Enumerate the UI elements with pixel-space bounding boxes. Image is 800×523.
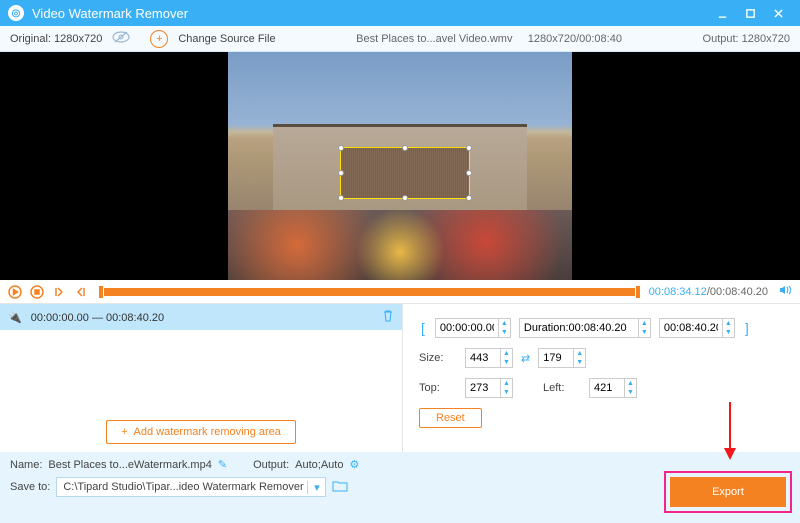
minimize-button[interactable] xyxy=(708,0,736,26)
resize-handle[interactable] xyxy=(466,195,472,201)
resize-handle[interactable] xyxy=(338,145,344,151)
properties-panel: [ ▲▼ ▲▼ ▲▼ ] Size: ▲▼ ⇄ ▲▼ Top: ▲▼ Left:… xyxy=(403,304,800,452)
name-value: Best Places to...eWatermark.mp4 xyxy=(48,459,211,471)
left-input[interactable]: ▲▼ xyxy=(589,378,637,398)
output-value: Auto;Auto xyxy=(295,459,343,471)
frame-back-button[interactable] xyxy=(50,283,68,301)
output-dims: Output: 1280x720 xyxy=(703,33,790,45)
width-input[interactable]: ▲▼ xyxy=(465,348,513,368)
bracket-left-icon[interactable]: [ xyxy=(419,320,427,336)
segment-item[interactable]: 🔌 00:00:00.00 — 00:08:40.20 xyxy=(0,304,402,330)
output-label: Output: xyxy=(253,459,289,471)
original-dims: Original: 1280x720 xyxy=(10,33,102,45)
trim-start-handle[interactable] xyxy=(98,285,104,299)
playbar: 00:08:34.12/00:08:40.20 xyxy=(0,280,800,304)
titlebar: ◎ Video Watermark Remover xyxy=(0,0,800,26)
segment-icon: 🔌 xyxy=(8,312,22,324)
resize-handle[interactable] xyxy=(402,195,408,201)
resize-handle[interactable] xyxy=(466,170,472,176)
file-name: Best Places to...avel Video.wmv xyxy=(356,33,512,45)
video-preview[interactable] xyxy=(0,52,800,280)
add-source-icon[interactable]: + xyxy=(150,30,168,48)
resize-handle[interactable] xyxy=(338,195,344,201)
output-settings-icon[interactable]: ⚙ xyxy=(349,458,359,471)
segments-panel: 🔌 00:00:00.00 — 00:08:40.20 + Add waterm… xyxy=(0,304,403,452)
maximize-button[interactable] xyxy=(736,0,764,26)
delete-segment-icon[interactable] xyxy=(382,309,394,325)
app-logo-icon: ◎ xyxy=(8,5,24,21)
reset-button[interactable]: Reset xyxy=(419,408,482,428)
range-start-input[interactable]: ▲▼ xyxy=(435,318,511,338)
resize-handle[interactable] xyxy=(338,170,344,176)
add-area-button[interactable]: + Add watermark removing area xyxy=(106,420,296,444)
resize-handle[interactable] xyxy=(402,145,408,151)
top-label: Top: xyxy=(419,382,457,394)
export-button[interactable]: Export xyxy=(670,477,786,507)
bracket-right-icon[interactable]: ] xyxy=(743,320,751,336)
segment-end: 00:08:40.20 xyxy=(106,312,164,324)
total-time: 00:08:40.20 xyxy=(710,286,768,298)
link-icon[interactable]: ⇄ xyxy=(521,352,530,365)
name-label: Name: xyxy=(10,459,42,471)
top-input[interactable]: ▲▼ xyxy=(465,378,513,398)
open-folder-icon[interactable] xyxy=(332,480,348,495)
app-title: Video Watermark Remover xyxy=(32,6,708,21)
volume-icon[interactable] xyxy=(778,283,794,300)
timeline-slider[interactable] xyxy=(100,288,639,296)
watermark-selection[interactable] xyxy=(340,147,470,199)
segment-start: 00:00:00.00 xyxy=(31,312,89,324)
save-path-dropdown[interactable]: C:\Tipard Studio\Tipar...ideo Watermark … xyxy=(56,477,326,497)
close-button[interactable] xyxy=(764,0,792,26)
trim-end-handle[interactable] xyxy=(635,285,641,299)
height-input[interactable]: ▲▼ xyxy=(538,348,586,368)
size-label: Size: xyxy=(419,352,457,364)
duration-input[interactable]: ▲▼ xyxy=(519,318,651,338)
current-time: 00:08:34.12 xyxy=(649,286,707,298)
range-end-input[interactable]: ▲▼ xyxy=(659,318,735,338)
file-dims: 1280x720/00:08:40 xyxy=(528,33,622,45)
toolbar: Original: 1280x720 + Change Source File … xyxy=(0,26,800,52)
preview-toggle-icon[interactable] xyxy=(112,31,130,46)
plus-icon: + xyxy=(121,426,127,438)
chevron-down-icon[interactable]: ▾ xyxy=(307,481,325,494)
play-button[interactable] xyxy=(6,283,24,301)
left-label: Left: xyxy=(543,382,581,394)
resize-handle[interactable] xyxy=(466,145,472,151)
frame-fwd-button[interactable] xyxy=(72,283,90,301)
save-label: Save to: xyxy=(10,481,50,493)
edit-name-icon[interactable]: ✎ xyxy=(218,458,227,471)
change-source-button[interactable]: Change Source File xyxy=(178,33,275,45)
stop-button[interactable] xyxy=(28,283,46,301)
save-path-value: C:\Tipard Studio\Tipar...ideo Watermark … xyxy=(57,481,307,493)
add-area-label: Add watermark removing area xyxy=(134,426,281,438)
